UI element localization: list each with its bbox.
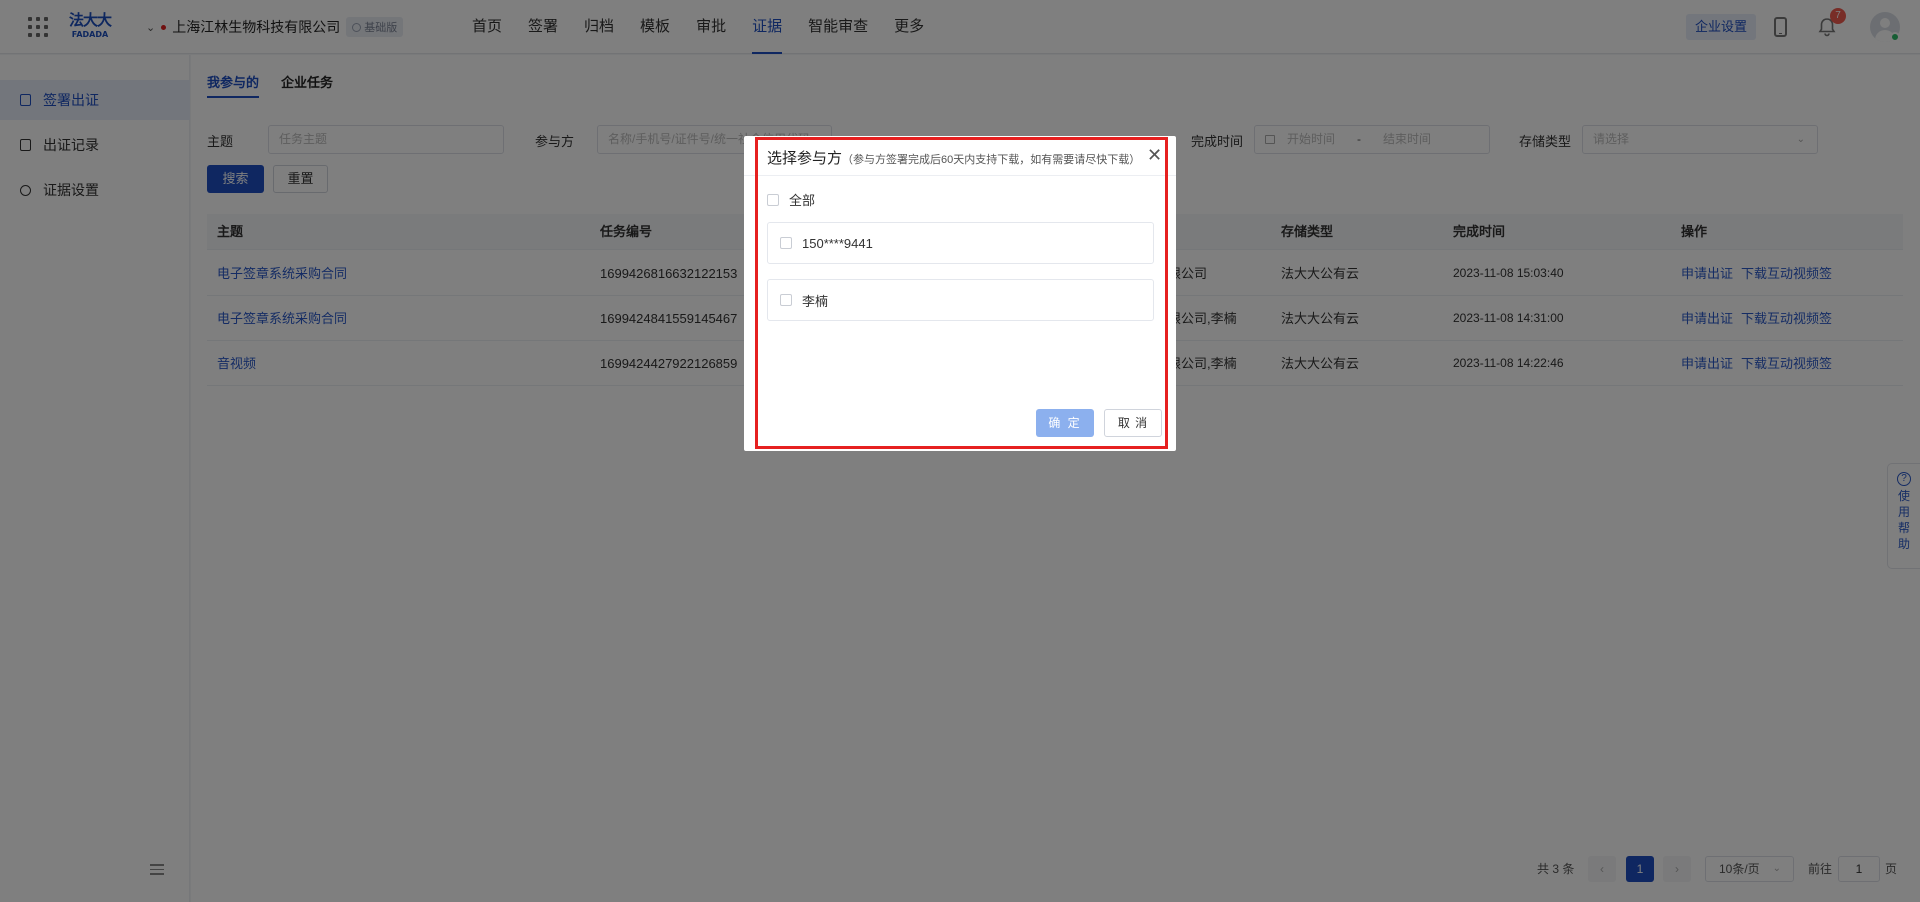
highlight-box	[755, 137, 1168, 449]
